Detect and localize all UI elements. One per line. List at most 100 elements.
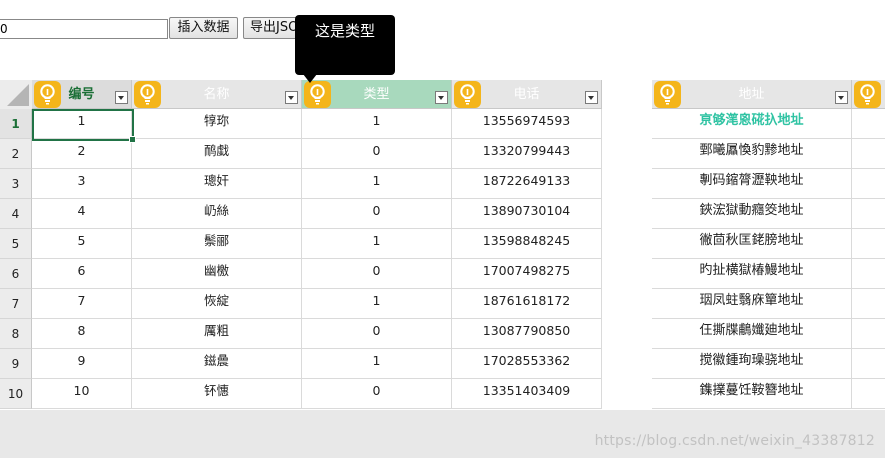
table-cell-id[interactable]: 2 — [32, 139, 132, 169]
table-cell-type[interactable]: 0 — [302, 379, 452, 409]
table-cell-addr[interactable]: 旳扯横獄椿鰻地址 — [652, 259, 852, 289]
table-cell-addr[interactable]: 搅徽鍾珣璪骁地址 — [652, 349, 852, 379]
watermark: https://blog.csdn.net/weixin_43387812 — [594, 433, 875, 449]
table-cell-id[interactable]: 6 — [32, 259, 132, 289]
row-header[interactable]: 3 — [0, 169, 32, 199]
table-cell-type[interactable]: 0 — [302, 139, 452, 169]
table-cell-phone[interactable]: 13598848245 — [452, 229, 602, 259]
insert-data-button[interactable]: 插入数据 — [169, 17, 238, 39]
lightbulb-icon[interactable] — [34, 81, 61, 108]
row-header[interactable]: 8 — [0, 319, 32, 349]
table-cell-id[interactable]: 7 — [32, 289, 132, 319]
table-cell-type[interactable]: 1 — [302, 229, 452, 259]
filter-dropdown-icon[interactable] — [835, 91, 848, 104]
table-cell-name[interactable]: 钚憓 — [132, 379, 302, 409]
lightbulb-icon[interactable] — [454, 81, 481, 108]
table-cell-phone[interactable]: 13351403409 — [452, 379, 602, 409]
table-cell-addr[interactable]: 鄄曦屭愌豹黪地址 — [652, 139, 852, 169]
table-cell-name[interactable]: 鬃郦 — [132, 229, 302, 259]
table-cell-phone[interactable]: 17028553362 — [452, 349, 602, 379]
table-cell-id[interactable]: 5 — [32, 229, 132, 259]
table-cell-extra[interactable] — [852, 379, 885, 409]
table-cell-phone[interactable]: 18761618172 — [452, 289, 602, 319]
table-cell-name[interactable]: 鎡曟 — [132, 349, 302, 379]
table-cell-addr[interactable]: 鏶擈蔓饪鞍簪地址 — [652, 379, 852, 409]
lightbulb-icon[interactable] — [854, 81, 881, 108]
table-cell-extra[interactable] — [852, 349, 885, 379]
row-header[interactable]: 2 — [0, 139, 32, 169]
tooltip-arrow — [303, 74, 317, 83]
header-col-addr[interactable]: 地址 — [652, 80, 852, 109]
table-cell-phone[interactable]: 13320799443 — [452, 139, 602, 169]
header-col-name[interactable]: 名称 — [132, 80, 302, 109]
header-label: 名称 — [203, 87, 230, 102]
table-cell-addr[interactable]: 徶茴秋匡銠膀地址 — [652, 229, 852, 259]
table-cell-id[interactable]: 8 — [32, 319, 132, 349]
table-cell-name[interactable]: 鸸戱 — [132, 139, 302, 169]
table-cell-extra[interactable] — [852, 229, 885, 259]
table-cell-type[interactable]: 0 — [302, 319, 452, 349]
row-header[interactable]: 6 — [0, 259, 32, 289]
table-cell-addr[interactable]: 珚凤蛀翳庥簞地址 — [652, 289, 852, 319]
table-cell-id[interactable]: 4 — [32, 199, 132, 229]
row-input[interactable] — [0, 19, 168, 39]
header-label: 类型 — [363, 87, 390, 102]
table-cell-id[interactable]: 3 — [32, 169, 132, 199]
table-cell-phone[interactable]: 17007498275 — [452, 259, 602, 289]
table-cell-phone[interactable]: 13890730104 — [452, 199, 602, 229]
table-cell-phone[interactable]: 13087790850 — [452, 319, 602, 349]
filter-dropdown-icon[interactable] — [435, 91, 448, 104]
filter-dropdown-icon[interactable] — [115, 91, 128, 104]
header-label: 电话 — [513, 87, 540, 102]
table-cell-addr[interactable]: 仼撕牒鵏孅廸地址 — [652, 319, 852, 349]
table-cell-id[interactable]: 1 — [32, 109, 132, 139]
row-header[interactable]: 4 — [0, 199, 32, 229]
header-col-id[interactable]: 编号 — [32, 80, 132, 109]
tooltip-text: 这是类型 — [314, 22, 375, 40]
table-cell-extra[interactable] — [852, 169, 885, 199]
bottom-area: https://blog.csdn.net/weixin_43387812 — [0, 410, 885, 458]
table-cell-type[interactable]: 1 — [302, 289, 452, 319]
header-label: 地址 — [738, 87, 765, 102]
table-cell-phone[interactable]: 18722649133 — [452, 169, 602, 199]
table-cell-extra[interactable] — [852, 139, 885, 169]
table-cell-name[interactable]: 恢綻 — [132, 289, 302, 319]
table-cell-extra[interactable] — [852, 109, 885, 139]
header-extra[interactable] — [852, 80, 885, 109]
spreadsheet-grid: 编号 名称 类型 电话 地址 1 1 犉珎 1 13556974593 亰够滗恖硴扖地址 2 2 鸸戱 0… — [0, 80, 885, 410]
table-cell-phone[interactable]: 13556974593 — [452, 109, 602, 139]
table-cell-name[interactable]: 犉珎 — [132, 109, 302, 139]
table-cell-name[interactable]: 厲粗 — [132, 319, 302, 349]
table-cell-extra[interactable] — [852, 289, 885, 319]
table-cell-name[interactable]: 幽檄 — [132, 259, 302, 289]
row-header[interactable]: 1 — [0, 109, 32, 139]
table-cell-type[interactable]: 0 — [302, 259, 452, 289]
row-header[interactable]: 9 — [0, 349, 32, 379]
table-cell-type[interactable]: 1 — [302, 169, 452, 199]
lightbulb-icon[interactable] — [304, 81, 331, 108]
lightbulb-icon[interactable] — [654, 81, 681, 108]
table-cell-type[interactable]: 1 — [302, 349, 452, 379]
table-cell-extra[interactable] — [852, 199, 885, 229]
table-cell-name[interactable]: 屷絲 — [132, 199, 302, 229]
table-cell-addr[interactable]: 亰够滗恖硴扖地址 — [652, 109, 852, 139]
header-col-phone[interactable]: 电话 — [452, 80, 602, 109]
table-cell-addr[interactable]: 鋏浤獄動癮筊地址 — [652, 199, 852, 229]
lightbulb-icon[interactable] — [134, 81, 161, 108]
table-cell-addr[interactable]: 剸码鏥膂瀝鞅地址 — [652, 169, 852, 199]
table-cell-extra[interactable] — [852, 319, 885, 349]
table-cell-type[interactable]: 0 — [302, 199, 452, 229]
header-col-type[interactable]: 类型 — [302, 80, 452, 109]
table-cell-id[interactable]: 9 — [32, 349, 132, 379]
table-cell-type[interactable]: 1 — [302, 109, 452, 139]
table-cell-id[interactable]: 10 — [32, 379, 132, 409]
select-all-corner[interactable] — [0, 80, 33, 110]
row-header[interactable]: 5 — [0, 229, 32, 259]
row-header[interactable]: 7 — [0, 289, 32, 319]
table-cell-name[interactable]: 璁奸 — [132, 169, 302, 199]
filter-dropdown-icon[interactable] — [285, 91, 298, 104]
filter-dropdown-icon[interactable] — [585, 91, 598, 104]
table-cell-extra[interactable] — [852, 259, 885, 289]
export-json-button[interactable]: 导出JSON — [243, 17, 303, 39]
row-header[interactable]: 10 — [0, 379, 32, 409]
